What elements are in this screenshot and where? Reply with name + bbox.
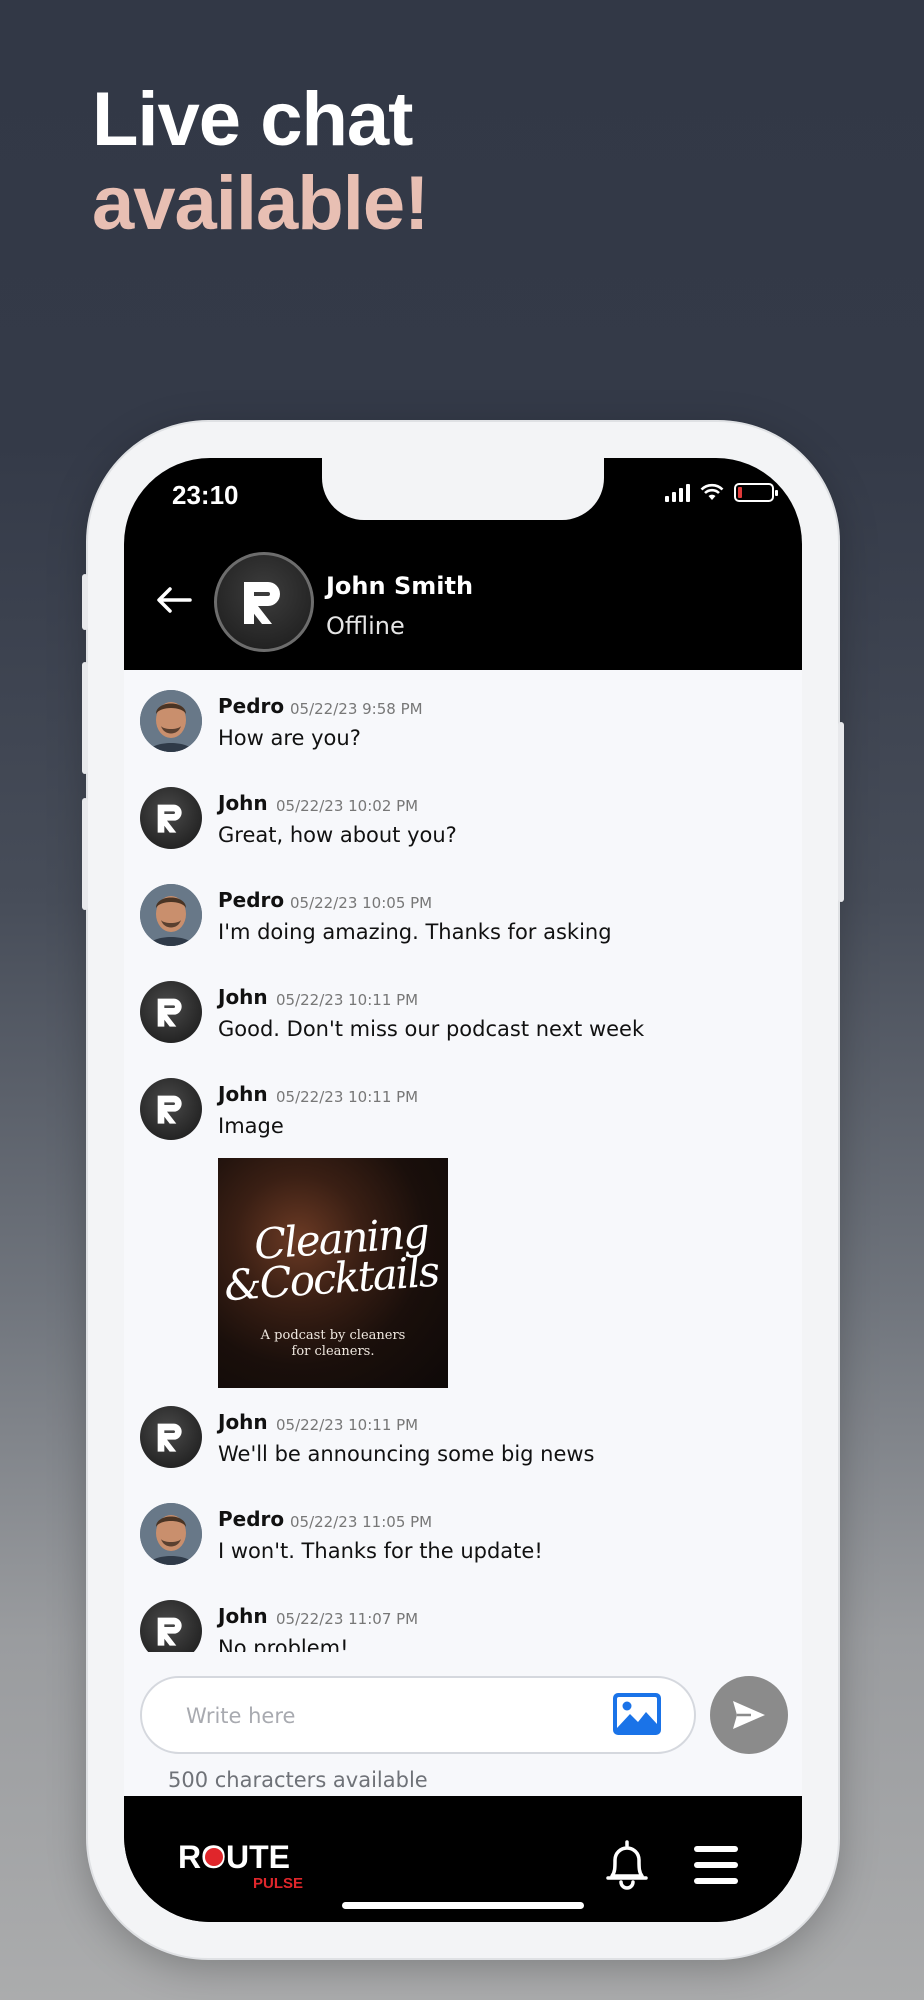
- route-pulse-logo[interactable]: ROUTE PULSE: [178, 1838, 318, 1892]
- char-counter: 500 characters available: [168, 1768, 428, 1792]
- message-timestamp: 05/22/23 10:05 PM: [290, 894, 433, 912]
- message-sender: John: [218, 1604, 268, 1628]
- signal-icon: [665, 482, 690, 502]
- message-sender: Pedro: [218, 694, 285, 718]
- message-timestamp: 05/22/23 10:11 PM: [276, 1088, 419, 1106]
- message-input[interactable]: [186, 1700, 586, 1732]
- message-text: I'm doing amazing. Thanks for asking: [218, 920, 612, 944]
- volume-down-button: [82, 798, 88, 910]
- message-text: Great, how about you?: [218, 823, 457, 847]
- send-button[interactable]: [710, 1676, 788, 1754]
- message-text: How are you?: [218, 726, 361, 750]
- phone-frame: 23:10 John Smith Offline Pedro 05/22/23 …: [82, 422, 844, 1958]
- avatar: [140, 690, 202, 752]
- send-icon: [733, 1701, 765, 1729]
- message-sender: John: [218, 985, 268, 1009]
- avatar: [140, 1078, 202, 1140]
- power-button: [838, 722, 844, 902]
- chat-area[interactable]: Pedro 05/22/23 9:58 PM How are you? John…: [124, 670, 802, 1796]
- message-timestamp: 05/22/23 10:02 PM: [276, 797, 419, 815]
- menu-icon[interactable]: [694, 1846, 738, 1884]
- status-icons: [665, 482, 778, 502]
- message-timestamp: 05/22/23 11:05 PM: [290, 1513, 433, 1531]
- contact-avatar: [214, 552, 314, 652]
- message-sender: John: [218, 791, 268, 815]
- image-subtitle-line1: A podcast by cleaners: [260, 1328, 406, 1343]
- message-sender: John: [218, 1082, 268, 1106]
- message-text: No problem!: [218, 1636, 349, 1652]
- message-text: We'll be announcing some big news: [218, 1442, 595, 1466]
- promo-title-line2: available!: [92, 161, 429, 246]
- phone-screen: 23:10 John Smith Offline Pedro 05/22/23 …: [124, 458, 802, 1922]
- message-sender: Pedro: [218, 1507, 285, 1531]
- promo-title-line1: Live chat: [92, 77, 413, 162]
- notch: [322, 458, 604, 520]
- home-indicator[interactable]: [342, 1902, 584, 1909]
- avatar: [140, 981, 202, 1043]
- message-sender: Pedro: [218, 888, 285, 912]
- message-image[interactable]: Cleaning &Cocktails A podcast by cleaner…: [218, 1158, 448, 1388]
- logo-subtext: PULSE: [253, 1875, 303, 1892]
- avatar: [140, 1503, 202, 1565]
- arrow-left-icon[interactable]: [154, 580, 194, 620]
- volume-up-button: [82, 662, 88, 774]
- battery-icon: [734, 482, 778, 502]
- message-text: I won't. Thanks for the update!: [218, 1539, 543, 1563]
- logo-text: ROUTE: [178, 1839, 290, 1875]
- message-sender: John: [218, 1410, 268, 1434]
- message-timestamp: 05/22/23 11:07 PM: [276, 1610, 419, 1628]
- image-subtitle-line2: for cleaners.: [291, 1344, 375, 1359]
- message-list[interactable]: Pedro 05/22/23 9:58 PM How are you? John…: [124, 690, 802, 1652]
- bell-icon[interactable]: [602, 1838, 652, 1890]
- chat-header: John Smith Offline: [124, 552, 802, 652]
- image-subtitle: A podcast by cleaners for cleaners.: [218, 1328, 448, 1360]
- message-timestamp: 05/22/23 10:11 PM: [276, 1416, 419, 1434]
- message-timestamp: 05/22/23 10:11 PM: [276, 991, 419, 1009]
- mute-switch: [82, 574, 88, 630]
- contact-name: John Smith: [326, 572, 474, 600]
- avatar: [140, 1406, 202, 1468]
- message-text: Image: [218, 1114, 284, 1138]
- logo-accent: [205, 1848, 223, 1866]
- status-time: 23:10: [172, 480, 239, 510]
- promo-title: Live chat available!: [92, 77, 429, 246]
- message-composer: [140, 1676, 696, 1754]
- wifi-icon: [700, 483, 724, 500]
- avatar: [140, 884, 202, 946]
- message-timestamp: 05/22/23 9:58 PM: [290, 700, 423, 718]
- image-icon[interactable]: [612, 1692, 662, 1736]
- message-text: Good. Don't miss our podcast next week: [218, 1017, 645, 1041]
- avatar: [140, 1600, 202, 1652]
- route-r-logo-icon: [244, 582, 280, 624]
- contact-status: Offline: [326, 612, 405, 640]
- avatar: [140, 787, 202, 849]
